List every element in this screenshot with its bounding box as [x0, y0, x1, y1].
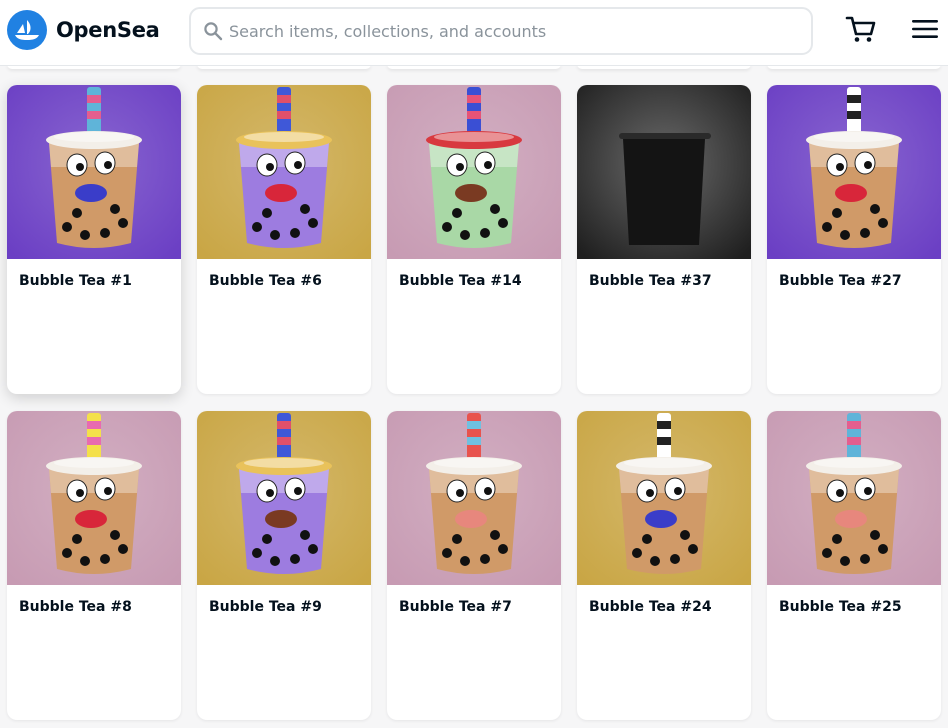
hamburger-menu-icon[interactable]: [910, 14, 940, 44]
nft-card-title[interactable]: Bubble Tea #25: [779, 599, 902, 615]
nft-card-title[interactable]: Bubble Tea #9: [209, 599, 322, 615]
nft-image: [7, 411, 181, 585]
opensea-ship-icon: [7, 10, 47, 50]
nft-card[interactable]: Bubble Tea #27: [767, 85, 941, 394]
nft-card[interactable]: Bubble Tea #37: [577, 85, 751, 394]
nft-card-title[interactable]: Bubble Tea #14: [399, 273, 522, 289]
nft-card-title[interactable]: Bubble Tea #8: [19, 599, 132, 615]
nft-card-title[interactable]: Bubble Tea #7: [399, 599, 512, 615]
nft-image: [7, 85, 181, 259]
nft-image: [767, 85, 941, 259]
nft-card-title[interactable]: Bubble Tea #24: [589, 599, 712, 615]
logo-text: OpenSea: [56, 18, 160, 42]
nft-card-title[interactable]: Bubble Tea #6: [209, 273, 322, 289]
nft-card[interactable]: Bubble Tea #14: [387, 85, 561, 394]
nft-image: [197, 411, 371, 585]
search-icon: [204, 22, 223, 41]
nft-card-title[interactable]: Bubble Tea #37: [589, 273, 712, 289]
nft-card[interactable]: Bubble Tea #24: [577, 411, 751, 720]
search-bar[interactable]: [189, 7, 813, 55]
cart-icon[interactable]: [844, 12, 878, 46]
nft-image: [577, 85, 751, 259]
nft-image: [197, 85, 371, 259]
nft-card-title[interactable]: Bubble Tea #27: [779, 273, 902, 289]
nft-image: [767, 411, 941, 585]
nft-card[interactable]: Bubble Tea #25: [767, 411, 941, 720]
search-input[interactable]: [229, 21, 789, 41]
nft-card[interactable]: Bubble Tea #1: [7, 85, 181, 394]
nft-card-title[interactable]: Bubble Tea #1: [19, 273, 132, 289]
nft-image: [577, 411, 751, 585]
top-navbar: OpenSea: [0, 0, 948, 66]
opensea-logo[interactable]: OpenSea: [7, 10, 160, 50]
nft-image: [387, 411, 561, 585]
nft-card[interactable]: Bubble Tea #7: [387, 411, 561, 720]
nft-card[interactable]: Bubble Tea #8: [7, 411, 181, 720]
nft-image: [387, 85, 561, 259]
nft-card[interactable]: Bubble Tea #9: [197, 411, 371, 720]
nft-card[interactable]: Bubble Tea #6: [197, 85, 371, 394]
